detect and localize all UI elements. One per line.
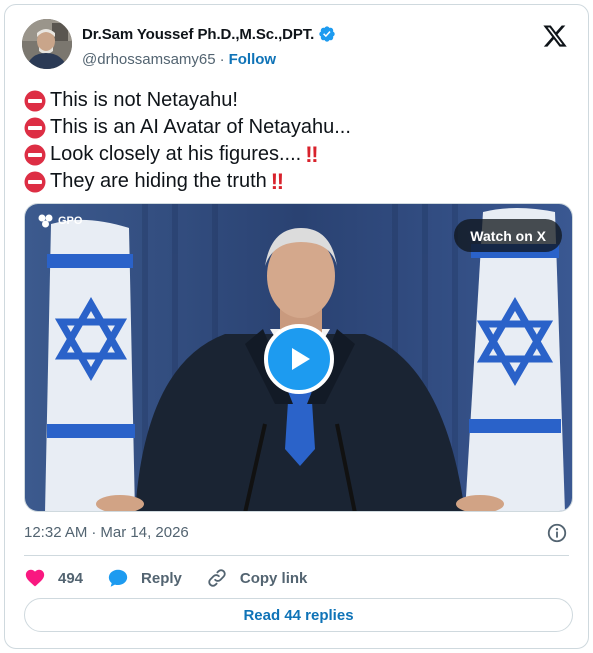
tweet-line-text: This is an AI Avatar of Netayahu...: [50, 116, 351, 138]
reply-label: Reply: [141, 569, 182, 587]
separator-dot: ·: [91, 524, 97, 541]
gpo-logo-icon: [38, 214, 53, 228]
no-entry-icon: [24, 144, 46, 165]
read-replies-button[interactable]: Read 44 replies: [24, 598, 573, 632]
tweet-line-text: They are hiding the truth: [50, 170, 267, 192]
heart-icon: [25, 569, 45, 587]
avatar[interactable]: [22, 19, 72, 69]
tweet-line-text: This is not Netayahu!: [50, 89, 238, 111]
verified-badge-icon: [319, 26, 335, 42]
play-icon: [292, 348, 310, 370]
gpo-watermark: GPO: [37, 214, 82, 228]
gpo-label: GPO: [58, 215, 83, 227]
reply-button[interactable]: Reply: [107, 567, 182, 589]
play-button[interactable]: [264, 324, 334, 394]
timestamp[interactable]: 12:32 AM · Mar 14, 2026: [24, 524, 189, 541]
like-button[interactable]: 494: [24, 567, 83, 589]
tweet-card: Dr.Sam Youssef Ph.D.,M.Sc.,DPT. @drhossa…: [4, 4, 589, 649]
copy-link-label: Copy link: [239, 569, 308, 587]
no-entry-icon: [24, 171, 46, 192]
tweet-line: This is an AI Avatar of Netayahu...: [24, 114, 574, 141]
tweet-line: Look closely at his figures.... ‼: [24, 141, 574, 168]
tweet-time: 12:32 AM: [24, 524, 88, 541]
author-name[interactable]: Dr.Sam Youssef Ph.D.,M.Sc.,DPT.: [82, 26, 314, 43]
follow-button[interactable]: Follow: [229, 51, 277, 68]
tweet-date: Mar 14, 2026: [100, 524, 189, 541]
tweet-text: This is not Netayahu! This is an AI Avat…: [24, 87, 574, 195]
action-bar: 494 Reply Copy link: [24, 567, 331, 589]
copy-link-button[interactable]: Copy link: [206, 567, 308, 589]
tweet-line: They are hiding the truth ‼: [24, 168, 574, 195]
no-entry-icon: [24, 90, 46, 111]
tweet-line: This is not Netayahu!: [24, 87, 574, 114]
author-handle[interactable]: @drhossamsamy65: [82, 51, 216, 68]
separator-dot: ·: [219, 51, 225, 68]
x-logo-icon[interactable]: [542, 23, 568, 49]
like-count: 494: [58, 569, 84, 587]
double-exclamation-icon: ‼: [270, 168, 284, 194]
author-name-row: Dr.Sam Youssef Ph.D.,M.Sc.,DPT.: [82, 25, 336, 43]
video-player[interactable]: GPO Watch on X: [24, 203, 573, 512]
watch-on-x-button[interactable]: Watch on X: [454, 219, 562, 252]
double-exclamation-icon: ‼: [305, 141, 318, 167]
divider: [24, 555, 569, 556]
reply-bubble-icon: [108, 569, 128, 587]
no-entry-icon: [24, 117, 46, 138]
handle-row: @drhossamsamy65 · Follow: [82, 51, 276, 68]
tweet-line-text: Look closely at his figures....: [50, 143, 302, 165]
link-icon: [208, 569, 226, 587]
info-icon[interactable]: [546, 522, 568, 544]
